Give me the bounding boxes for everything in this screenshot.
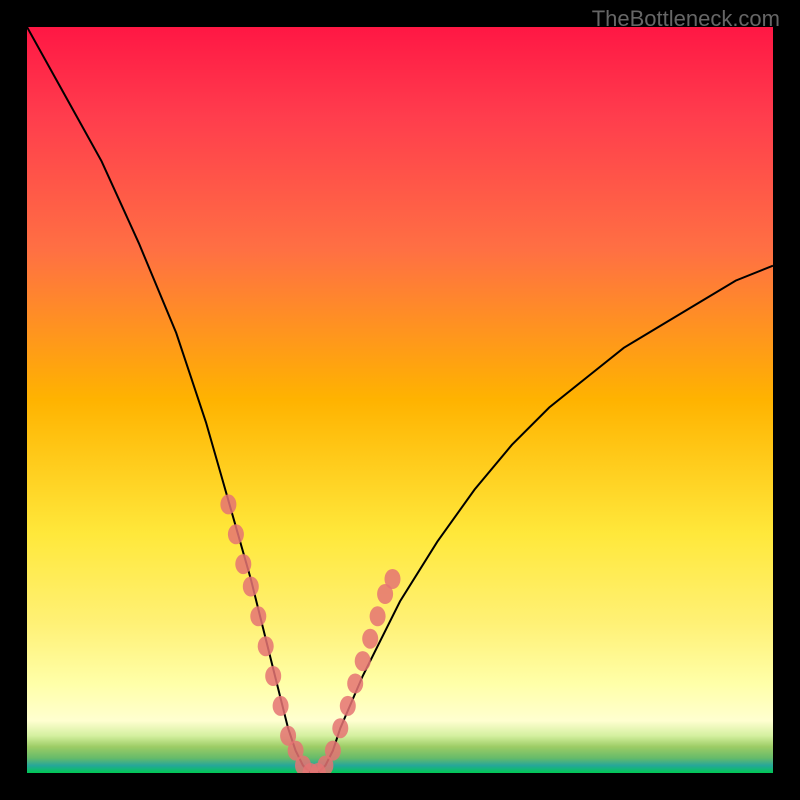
chart-plot-area	[27, 27, 773, 773]
watermark-text: TheBottleneck.com	[592, 6, 780, 32]
scatter-points	[27, 27, 773, 773]
